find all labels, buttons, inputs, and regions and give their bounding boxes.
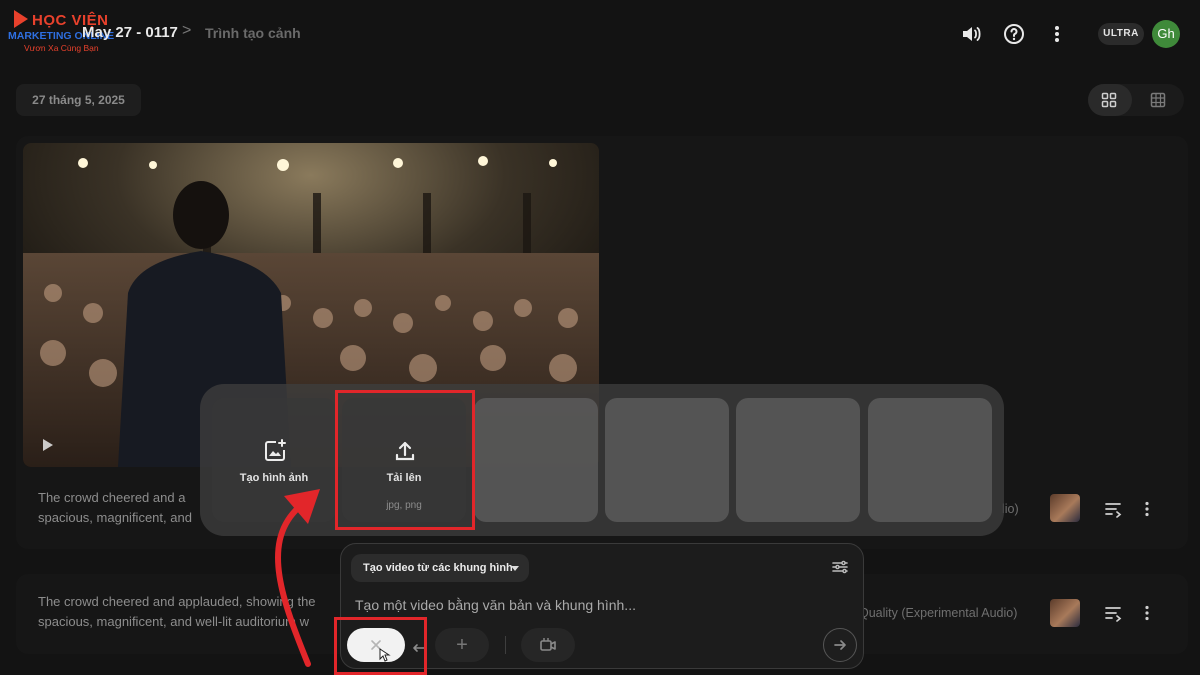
breadcrumb-chevron-icon: > [182,22,192,39]
avatar[interactable]: Gh [1152,20,1180,48]
play-icon[interactable] [43,439,53,451]
project-title[interactable]: May 27 - 0117 [82,24,178,41]
frames-picker-panel: Tạo hình ảnh Tải lên jpg, png [200,384,1004,536]
model-label: lio) [1002,502,1019,516]
clip-description-line1: The crowd cheered and a [38,490,186,505]
camera-control-button[interactable] [521,628,575,662]
clip-more-icon[interactable] [1138,604,1156,622]
model-label: Quality (Experimental Audio) [859,606,1018,620]
frame-slot[interactable] [605,398,729,522]
mode-dropdown[interactable]: Tạo video từ các khung hình [351,554,529,582]
grid-icon [1101,92,1117,108]
reuse-prompt-icon[interactable] [1104,604,1122,622]
frame-thumbnail[interactable] [1050,494,1080,522]
help-icon[interactable] [1002,22,1026,46]
date-chip: 27 tháng 5, 2025 [16,84,141,116]
logo-play-icon [14,10,28,28]
mode-dropdown-label: Tạo video từ các khung hình [363,562,513,574]
logo-tagline: Vươn Xa Cùng Bạn [24,43,99,53]
breadcrumb-current-page: Trình tạo cảnh [205,25,301,41]
add-image-icon [262,438,288,464]
top-bar: HỌC VIỆN MARKETING ONLINE Vươn Xa Cùng B… [0,0,1200,70]
upload-highlight-box [335,390,475,530]
caret-down-icon [511,566,519,571]
more-options-icon[interactable] [1045,22,1069,46]
frame-slot[interactable] [868,398,992,522]
settings-sliders-icon[interactable] [831,558,849,576]
frame-slot[interactable] [474,398,598,522]
divider [505,636,506,654]
table-view-button[interactable] [1136,84,1180,116]
plus-icon: + [456,634,468,656]
volume-icon[interactable] [960,22,984,46]
grid-view-button[interactable] [1088,84,1132,116]
clip-description-line2: spacious, magnificent, and well-lit audi… [38,614,309,629]
camera-icon [540,638,556,651]
clip-description-line2: spacious, magnificent, and [38,510,192,525]
add-end-frame-button[interactable]: + [435,628,489,662]
reuse-prompt-icon[interactable] [1104,500,1122,518]
table-grid-icon [1150,92,1166,108]
send-button[interactable] [823,628,857,662]
plan-badge: ULTRA [1098,23,1144,45]
clip-more-icon[interactable] [1138,500,1156,518]
frame-slot[interactable] [736,398,860,522]
create-image-label: Tạo hình ảnh [239,472,309,484]
clip-description: The crowd cheered and applauded, showing… [38,592,316,632]
prompt-input[interactable] [355,594,845,616]
frame-thumbnail[interactable] [1050,599,1080,627]
clip-description-line1: The crowd cheered and applauded, showing… [38,594,316,609]
clip-description: The crowd cheered and a spacious, magnif… [38,488,192,528]
create-image-option[interactable]: Tạo hình ảnh [212,398,336,522]
arrow-right-icon [834,640,846,650]
frame-button-highlight-box [334,617,427,675]
view-toggle [1088,84,1184,116]
